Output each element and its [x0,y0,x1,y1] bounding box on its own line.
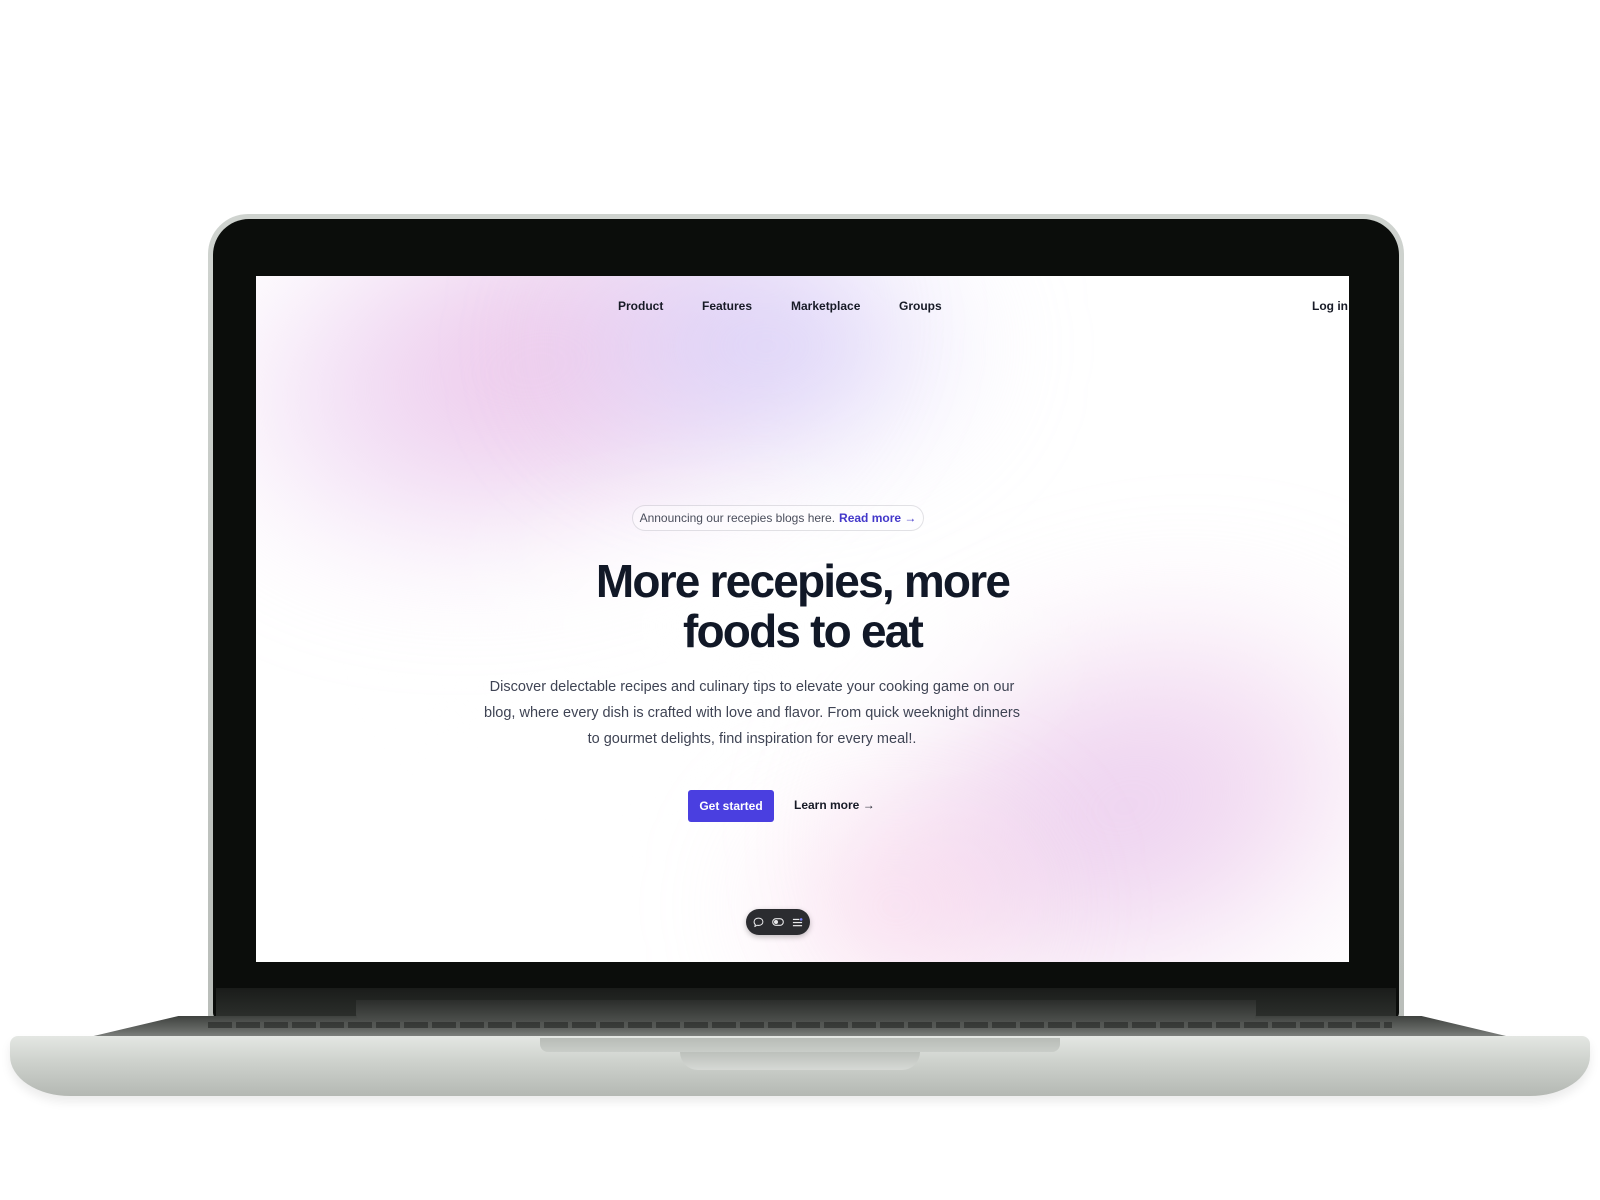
get-started-button[interactable]: Get started [688,790,774,822]
top-nav: Product Features Marketplace Groups Log … [256,276,1349,336]
laptop-trackpad-edge [540,1038,1060,1052]
nav-item-groups[interactable]: Groups [899,299,942,313]
laptop-screen: Product Features Marketplace Groups Log … [256,276,1349,962]
toggle-icon[interactable] [771,915,785,929]
floating-toolbar [746,909,810,935]
comment-icon[interactable] [752,915,766,929]
announcement-text: Announcing our recepies blogs here. [639,511,836,525]
login-link[interactable]: Log in [1312,299,1348,313]
laptop-hinge [356,1000,1256,1020]
headline-line-2: foods to eat [682,605,924,657]
nav-item-product[interactable]: Product [618,299,663,313]
description-line-2: blog, where every dish is crafted with l… [484,705,1020,721]
headline-line-1: More recepies, more [595,555,1011,607]
hero-description: Discover delectable recipes and culinary… [472,674,1032,752]
description-line-3: to gourmet delights, find inspiration fo… [587,731,917,747]
settings-list-icon[interactable] [791,915,805,929]
nav-item-features[interactable]: Features [702,299,752,313]
read-more-link[interactable]: Read more → [839,511,916,525]
announcement-pill: Announcing our recepies blogs here. Read… [632,505,924,531]
learn-more-link[interactable]: Learn more → [794,798,875,812]
stage: Product Features Marketplace Groups Log … [0,0,1600,1200]
nav-item-marketplace[interactable]: Marketplace [791,299,860,313]
description-line-1: Discover delectable recipes and culinary… [489,679,1015,695]
background-gradient-rose [736,796,1056,962]
laptop-finger-notch [680,1052,920,1070]
hero-headline: More recepies, more foods to eat [256,556,1349,656]
